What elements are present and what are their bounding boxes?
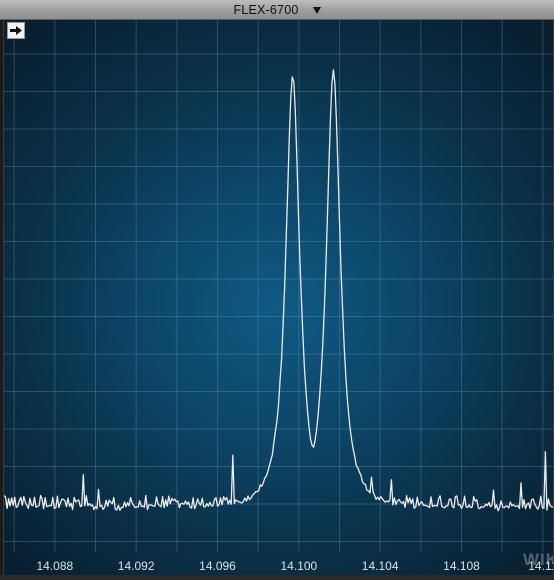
- watermark-logo: WIK: [522, 550, 553, 569]
- radio-selector[interactable]: FLEX-6700: [0, 0, 554, 19]
- window-bottom-edge: [0, 575, 554, 580]
- panadapter-display[interactable]: 14.088 14.092 14.096 14.100 14.104 14.10…: [3, 20, 554, 575]
- collapse-button[interactable]: [7, 22, 25, 39]
- freq-label: 14.100: [280, 559, 318, 573]
- chevron-down-icon[interactable]: [312, 6, 321, 14]
- panadapter-window: FLEX-6700 14.088 14.092 14.096 14.100 14…: [0, 0, 554, 580]
- freq-label: 14.088: [36, 559, 74, 573]
- freq-label: 14.104: [361, 559, 399, 573]
- radio-name: FLEX-6700: [233, 2, 299, 17]
- arrow-right-icon: [10, 26, 22, 35]
- freq-label: 14.096: [199, 559, 236, 573]
- freq-label: 14.092: [117, 559, 155, 573]
- freq-label: 14.108: [443, 559, 480, 573]
- spectrum-trace: [4, 69, 553, 512]
- title-bar: FLEX-6700: [0, 0, 554, 20]
- spectrum-plot: [4, 20, 553, 552]
- grid-lines: [4, 20, 553, 552]
